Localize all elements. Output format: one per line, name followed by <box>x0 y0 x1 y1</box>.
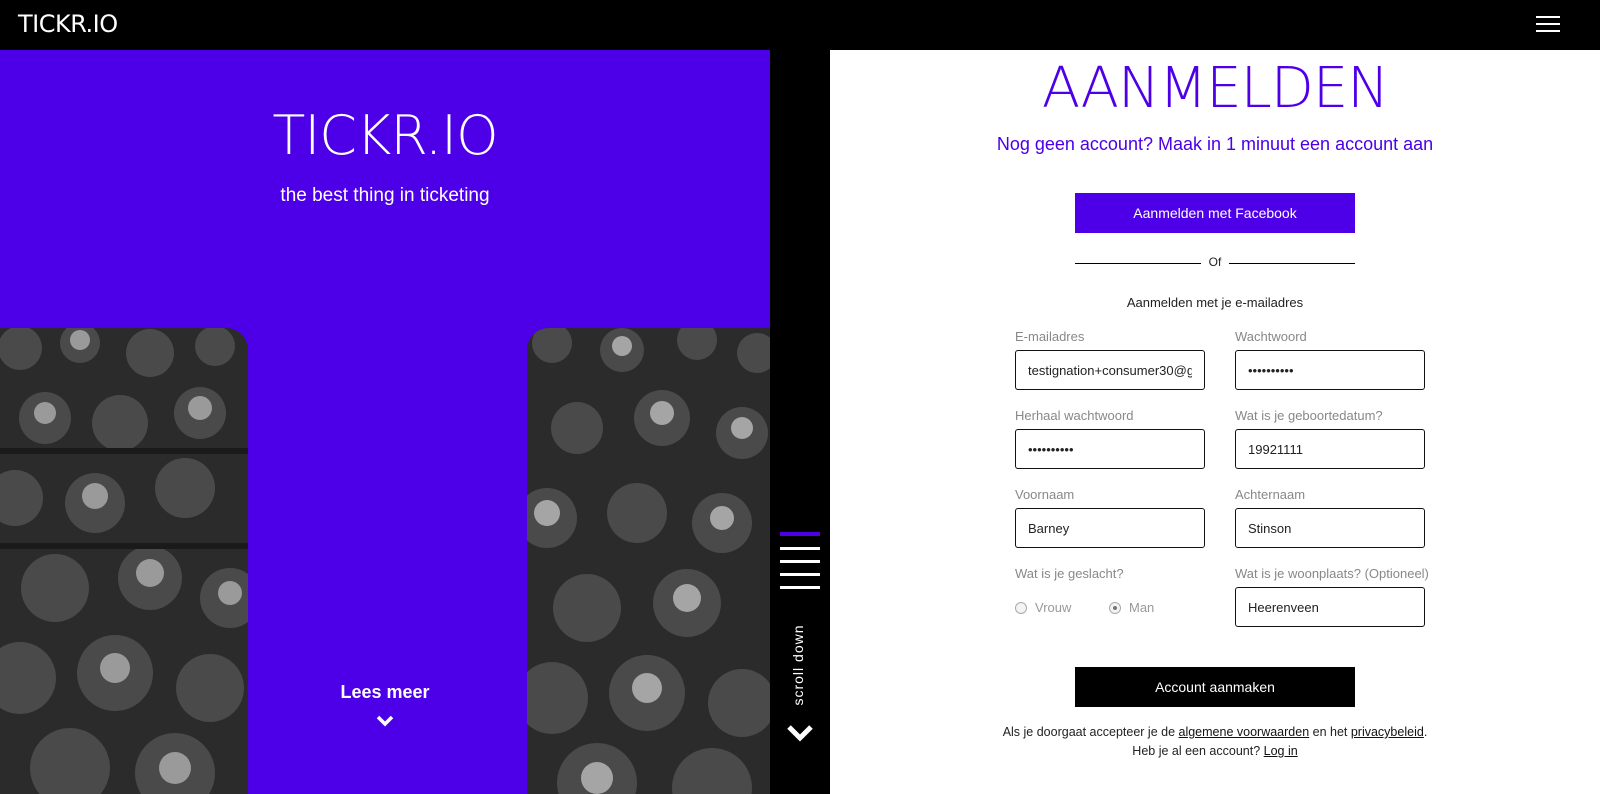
scroll-down-label: scroll down <box>790 624 806 706</box>
birthdate-label: Wat is je geboortedatum? <box>1235 408 1383 423</box>
gender-option-man[interactable]: Man <box>1109 600 1154 615</box>
signup-prompt-link[interactable]: Nog geen account? Maak in 1 minuut een a… <box>830 134 1600 155</box>
brand-logo[interactable]: TICKR.IO <box>18 10 118 38</box>
first-name-label: Voornaam <box>1015 487 1075 502</box>
city-field[interactable] <box>1235 587 1425 627</box>
facebook-signup-button[interactable]: Aanmelden met Facebook <box>1075 193 1355 233</box>
chevron-down-icon[interactable] <box>375 714 395 728</box>
legal-text: Als je doorgaat accepteer je de algemene… <box>830 723 1600 761</box>
crowd-photo-left <box>0 328 248 794</box>
gender-option-label: Vrouw <box>1035 600 1072 615</box>
radio-icon[interactable] <box>1015 601 1027 614</box>
divider-left <box>1075 263 1201 264</box>
top-bar: TICKR.IO <box>0 0 1600 50</box>
gender-option-label: Man <box>1129 600 1155 615</box>
login-prompt: Heb je al een account? <box>1132 744 1264 758</box>
hero-section: TICKR.IO the best thing in ticketing Lee… <box>0 50 770 794</box>
read-more-link[interactable]: Lees meer <box>305 682 465 703</box>
hero-subtitle: the best thing in ticketing <box>280 185 490 206</box>
legal-text-part: . <box>1423 725 1428 739</box>
legal-text-part: en het <box>1309 725 1351 739</box>
divider-right <box>1229 263 1355 264</box>
chevron-down-icon[interactable] <box>785 722 815 744</box>
hamburger-menu-icon[interactable] <box>1536 16 1560 34</box>
legal-text-part: Als je doorgaat accepteer je de <box>1002 725 1179 739</box>
city-label: Wat is je woonplaats? (Optioneel) <box>1235 566 1429 581</box>
gender-label: Wat is je geslacht? <box>1015 566 1124 581</box>
crowd-photo-right <box>527 328 770 794</box>
email-label: E-mailadres <box>1015 329 1085 344</box>
repeat-password-label: Herhaal wachtwoord <box>1015 408 1134 423</box>
or-label: Of <box>1208 255 1222 269</box>
password-field[interactable] <box>1235 350 1425 390</box>
lines-icon[interactable] <box>780 532 820 594</box>
page-title: AANMELDEN <box>1041 56 1389 121</box>
email-field[interactable] <box>1015 350 1205 390</box>
terms-link[interactable]: algemene voorwaarden <box>1179 725 1310 739</box>
email-signup-heading: Aanmelden met je e-mailadres <box>1126 295 1304 310</box>
last-name-label: Achternaam <box>1235 487 1306 502</box>
radio-checked-icon[interactable] <box>1109 601 1121 614</box>
last-name-field[interactable] <box>1235 508 1425 548</box>
birthdate-field[interactable] <box>1235 429 1425 469</box>
password-label: Wachtwoord <box>1235 329 1307 344</box>
hero-title: TICKR.IO <box>272 104 498 167</box>
gender-option-vrouw[interactable]: Vrouw <box>1015 600 1071 615</box>
privacy-link[interactable]: privacybeleid <box>1351 725 1424 739</box>
first-name-field[interactable] <box>1015 508 1205 548</box>
create-account-button[interactable]: Account aanmaken <box>1075 667 1355 707</box>
scroll-strip: scroll down <box>770 50 830 794</box>
login-link[interactable]: Log in <box>1264 744 1298 758</box>
repeat-password-field[interactable] <box>1015 429 1205 469</box>
signup-panel: AANMELDEN Nog geen account? Maak in 1 mi… <box>830 50 1600 794</box>
